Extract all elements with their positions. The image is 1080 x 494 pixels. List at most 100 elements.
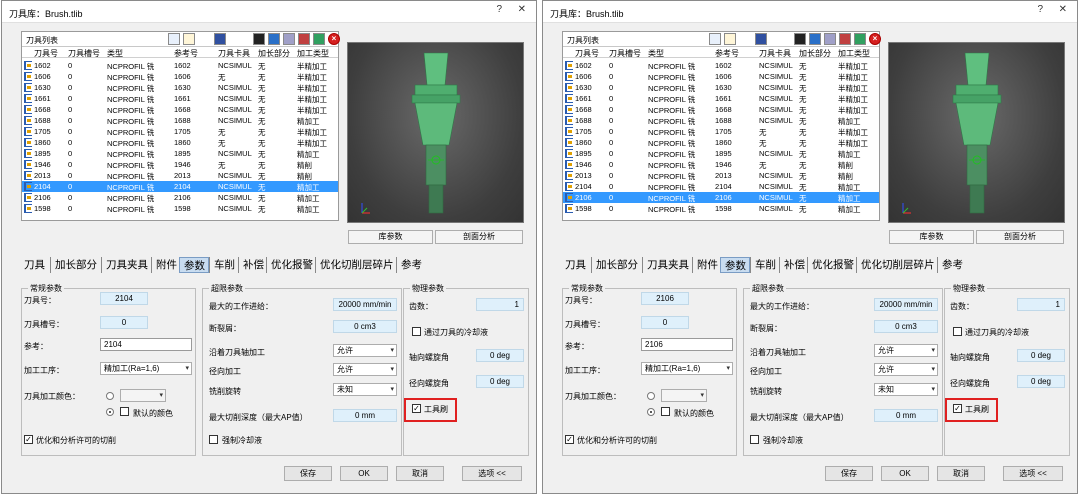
forced-coolant-checkbox[interactable] (209, 435, 218, 444)
through-coolant-checkbox[interactable] (412, 327, 421, 336)
tool-number-field[interactable]: 2104 (100, 292, 148, 305)
options-button[interactable]: 选项 << (1003, 466, 1063, 481)
import-tool-icon[interactable] (253, 33, 265, 45)
column-header[interactable]: 刀具卡具 (218, 48, 250, 59)
table-row[interactable]: 1946 0 NCPROFIL 铣 1946 无无精削 (22, 159, 338, 170)
copy-tool-icon[interactable] (168, 33, 180, 45)
tab-optimization-alarm[interactable]: 优化报警 (807, 257, 856, 273)
tab-optimization-layer-fragment[interactable]: 优化切削层碎片 (315, 257, 396, 273)
radial-machining-select[interactable]: 允许 ▾ (874, 363, 938, 376)
axial-machining-select[interactable]: 允许 ▾ (874, 344, 938, 357)
axial-helix-field[interactable]: 0 deg (1017, 349, 1065, 362)
reference-field[interactable]: 2106 (641, 338, 733, 351)
column-header[interactable]: 加工类型 (297, 48, 329, 59)
tool-3d-preview[interactable] (888, 42, 1065, 223)
default-color-radio[interactable] (647, 408, 655, 416)
custom-color-radio[interactable] (106, 392, 114, 400)
table-row[interactable]: 1598 0 NCPROFIL 铣 1598 NCSIMUL 无 精加工 (563, 203, 879, 214)
tab-extension[interactable]: 加长部分 (50, 257, 101, 273)
help-icon[interactable]: ? (1037, 4, 1043, 15)
optimize-checkbox[interactable]: ✓ (24, 435, 33, 444)
tool-grid-icon[interactable] (755, 33, 767, 45)
tab-optimization-alarm[interactable]: 优化报警 (266, 257, 315, 273)
default-color-checkbox[interactable] (661, 407, 670, 416)
radial-machining-select[interactable]: 允许 ▾ (333, 363, 397, 376)
column-header[interactable]: 刀具槽号 (609, 48, 641, 59)
slot-field[interactable]: 0 (100, 316, 148, 329)
column-header[interactable]: 刀具槽号 (68, 48, 100, 59)
teeth-field[interactable]: 1 (476, 298, 524, 311)
table-row[interactable]: 2106 0 NCPROFIL 铣 2106 NCSIMUL 无精加工 (563, 192, 879, 203)
column-header[interactable]: 参考号 (174, 48, 198, 59)
milling-rotation-select[interactable]: 未知 ▾ (874, 383, 938, 396)
process-select[interactable]: 精加工(Ra=1,6) ▾ (100, 362, 192, 375)
tab-turning[interactable]: 车削 (750, 257, 779, 273)
tab-turning[interactable]: 车削 (209, 257, 238, 273)
column-header[interactable]: 加长部分 (258, 48, 290, 59)
tab-tool[interactable]: 刀具 (561, 257, 591, 273)
new-tool-icon[interactable] (809, 33, 821, 45)
table-row[interactable]: 2104 0 NCPROFIL 铣 2104 NCSIMUL 无精加工 (22, 181, 338, 192)
export-tool-icon[interactable] (298, 33, 310, 45)
cancel-button[interactable]: 取消 (396, 466, 444, 481)
table-row[interactable]: 1598 0 NCPROFIL 铣 1598 NCSIMUL 无 精加工 (22, 203, 338, 214)
color-select[interactable]: ▾ (120, 389, 166, 402)
save-button[interactable]: 保存 (284, 466, 332, 481)
table-row[interactable]: 1602 0 NCPROFIL 铣 1602 NCSIMUL 无半精加工 (563, 60, 879, 71)
delete-tool-icon[interactable]: × (328, 33, 340, 45)
import-tool-icon[interactable] (794, 33, 806, 45)
column-header[interactable]: 加工类型 (838, 48, 870, 59)
table-row[interactable]: 1602 0 NCPROFIL 铣 1602 NCSIMUL 无半精加工 (22, 60, 338, 71)
refresh-tool-icon[interactable] (313, 33, 325, 45)
table-row[interactable]: 1860 0 NCPROFIL 铣 1860 无无半精加工 (22, 137, 338, 148)
column-header[interactable]: 刀具号 (575, 48, 599, 59)
custom-color-radio[interactable] (647, 392, 655, 400)
cancel-button[interactable]: 取消 (937, 466, 985, 481)
tab-accessory[interactable]: 附件 (692, 257, 720, 273)
edit-tool-icon[interactable] (283, 33, 295, 45)
tab-reference[interactable]: 参考 (937, 257, 967, 273)
radial-helix-field[interactable]: 0 deg (1017, 375, 1065, 388)
max-depth-field[interactable]: 0 mm (333, 409, 397, 422)
tab-extension[interactable]: 加长部分 (591, 257, 642, 273)
default-color-radio[interactable] (106, 408, 114, 416)
table-row[interactable]: 2013 0 NCPROFIL 铣 2013 NCSIMUL 无精削 (22, 170, 338, 181)
paste-tool-icon[interactable] (183, 33, 195, 45)
tool-grid-icon[interactable] (214, 33, 226, 45)
table-row[interactable]: 2013 0 NCPROFIL 铣 2013 NCSIMUL 无精削 (563, 170, 879, 181)
default-color-checkbox[interactable] (120, 407, 129, 416)
chip-field[interactable]: 0 cm3 (333, 320, 397, 333)
column-header[interactable]: 刀具卡具 (759, 48, 791, 59)
paste-tool-icon[interactable] (724, 33, 736, 45)
new-tool-icon[interactable] (268, 33, 280, 45)
close-icon[interactable]: ✕ (518, 4, 526, 15)
options-button[interactable]: 选项 << (462, 466, 522, 481)
optimize-checkbox[interactable]: ✓ (565, 435, 574, 444)
max-feed-field[interactable]: 20000 mm/min (874, 298, 938, 311)
table-row[interactable]: 1606 0 NCPROFIL 铣 1606 无无半精加工 (22, 71, 338, 82)
table-row[interactable]: 1661 0 NCPROFIL 铣 1661 NCSIMUL 无半精加工 (22, 93, 338, 104)
tab-reference[interactable]: 参考 (396, 257, 426, 273)
max-depth-field[interactable]: 0 mm (874, 409, 938, 422)
table-row[interactable]: 1895 0 NCPROFIL 铣 1895 NCSIMUL 无精加工 (22, 148, 338, 159)
section-analysis-button[interactable]: 剖面分析 (435, 230, 523, 244)
ok-button[interactable]: OK (881, 466, 929, 481)
edit-tool-icon[interactable] (824, 33, 836, 45)
column-header[interactable]: 刀具号 (34, 48, 58, 59)
table-row[interactable]: 1946 0 NCPROFIL 铣 1946 无无精削 (563, 159, 879, 170)
table-row[interactable]: 1860 0 NCPROFIL 铣 1860 无无半精加工 (563, 137, 879, 148)
refresh-tool-icon[interactable] (854, 33, 866, 45)
teeth-field[interactable]: 1 (1017, 298, 1065, 311)
table-row[interactable]: 1630 0 NCPROFIL 铣 1630 NCSIMUL 无半精加工 (22, 82, 338, 93)
table-row[interactable]: 2106 0 NCPROFIL 铣 2106 NCSIMUL 无精加工 (22, 192, 338, 203)
tab-tool-holder[interactable]: 刀具夹具 (642, 257, 692, 273)
tab-compensation[interactable]: 补偿 (238, 257, 266, 273)
radial-helix-field[interactable]: 0 deg (476, 375, 524, 388)
color-select[interactable]: ▾ (661, 389, 707, 402)
table-row[interactable]: 2104 0 NCPROFIL 铣 2104 NCSIMUL 无精加工 (563, 181, 879, 192)
ok-button[interactable]: OK (340, 466, 388, 481)
through-coolant-checkbox[interactable] (953, 327, 962, 336)
library-params-button[interactable]: 库参数 (889, 230, 974, 244)
table-row[interactable]: 1606 0 NCPROFIL 铣 1606 NCSIMUL 无半精加工 (563, 71, 879, 82)
column-header[interactable]: 类型 (107, 48, 123, 59)
